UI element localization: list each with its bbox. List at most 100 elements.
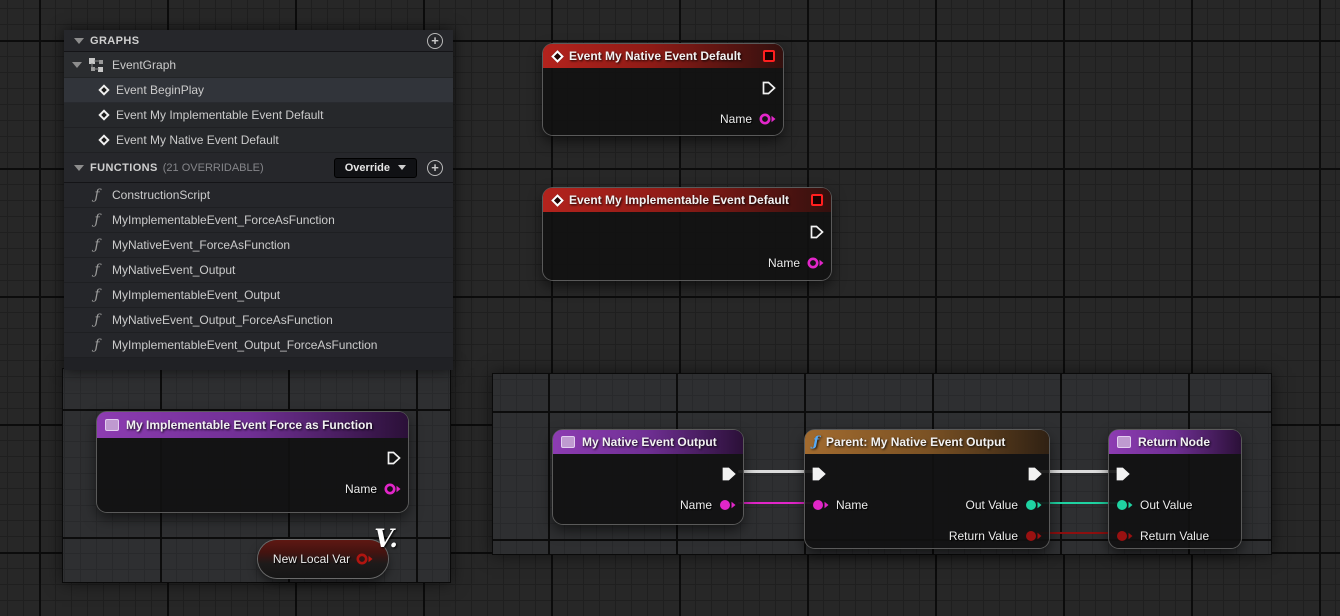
function-icon: ƒ: [90, 262, 104, 278]
name-input-pin[interactable]: [812, 498, 829, 512]
function-icon: ƒ: [90, 287, 104, 303]
exec-input-pin[interactable]: [1116, 467, 1130, 481]
exec-output-pin[interactable]: [1028, 467, 1042, 481]
sidebar-item-event-my-implementable[interactable]: Event My Implementable Event Default: [64, 103, 453, 128]
sidebar-item-eventgraph[interactable]: EventGraph: [64, 52, 453, 78]
sidebar-item-mynativeevent-output-forceasfunction[interactable]: ƒ MyNativeEvent_Output_ForceAsFunction: [64, 308, 453, 333]
node-title: Return Node: [1138, 435, 1210, 449]
sidebar-item-myimplementableevent-output-forceasfunction[interactable]: ƒ MyImplementableEvent_Output_ForceAsFun…: [64, 333, 453, 358]
pin-label: Name: [680, 498, 712, 512]
exec-output-pin[interactable]: [810, 225, 824, 239]
return-node-icon: [1117, 436, 1131, 448]
function-entry-icon: [105, 419, 119, 431]
function-item-label: MyImplementableEvent_Output: [112, 288, 280, 302]
node-title: Parent: My Native Event Output: [826, 435, 1005, 449]
graph-item-label: Event My Native Event Default: [116, 133, 279, 147]
node-header[interactable]: My Native Event Output: [553, 430, 743, 454]
event-icon: [551, 194, 564, 207]
node-parent-my-native-event-output[interactable]: ƒ Parent: My Native Event Output: [805, 430, 1049, 548]
return-value-output-pin[interactable]: [1025, 529, 1042, 543]
exec-output-pin[interactable]: [387, 451, 401, 465]
function-item-label: ConstructionScript: [112, 188, 210, 202]
function-entry-icon: [561, 436, 575, 448]
graph-item-label: Event My Implementable Event Default: [116, 108, 323, 122]
exec-output-pin[interactable]: [762, 81, 776, 95]
functions-section-header[interactable]: FUNCTIONS (21 OVERRIDABLE) Override +: [64, 153, 453, 183]
functions-section-title: FUNCTIONS: [90, 162, 158, 174]
function-icon: ƒ: [90, 187, 104, 203]
node-event-my-native-event-default[interactable]: Event My Native Event Default Name: [543, 44, 783, 135]
function-item-label: MyImplementableEvent_ForceAsFunction: [112, 213, 335, 227]
graphs-section-header[interactable]: GRAPHS +: [64, 30, 453, 52]
collapse-arrow-icon[interactable]: [72, 62, 82, 68]
red-stop-icon: [811, 194, 823, 206]
function-icon: ƒ: [90, 212, 104, 228]
pin-label: Out Value: [1140, 498, 1192, 512]
add-graph-button[interactable]: +: [427, 33, 443, 49]
add-function-button[interactable]: +: [427, 160, 443, 176]
pin-label: Name: [768, 256, 800, 270]
local-variable-watermark: V.: [374, 524, 398, 553]
pin-label: Name: [836, 498, 868, 512]
sidebar-item-mynativeevent-forceasfunction[interactable]: ƒ MyNativeEvent_ForceAsFunction: [64, 233, 453, 258]
pin-label: Name: [720, 112, 752, 126]
node-header[interactable]: Return Node: [1109, 430, 1241, 454]
sidebar-item-constructionscript[interactable]: ƒ ConstructionScript: [64, 183, 453, 208]
node-title: Event My Implementable Event Default: [569, 193, 789, 207]
my-blueprint-panel: GRAPHS + EventGraph Event BeginPlay Even…: [64, 30, 453, 370]
event-icon: [98, 109, 109, 120]
pin-label: Name: [345, 482, 377, 496]
collapse-arrow-icon[interactable]: [74, 38, 84, 44]
event-icon: [551, 50, 564, 63]
name-output-pin[interactable]: [807, 256, 824, 270]
eventgraph-icon: [89, 58, 104, 72]
node-new-local-var[interactable]: V. New Local Var: [258, 540, 388, 578]
local-var-label: New Local Var: [273, 552, 350, 566]
out-value-input-pin[interactable]: [1116, 498, 1133, 512]
node-my-native-event-output[interactable]: My Native Event Output Name: [553, 430, 743, 524]
sidebar-item-event-my-native[interactable]: Event My Native Event Default: [64, 128, 453, 153]
function-item-label: MyImplementableEvent_Output_ForceAsFunct…: [112, 338, 377, 352]
node-return-node[interactable]: Return Node Out Value Return V: [1109, 430, 1241, 548]
graph-item-label: EventGraph: [112, 58, 176, 72]
overridable-count: (21 OVERRIDABLE): [163, 162, 264, 174]
graph-item-label: Event BeginPlay: [116, 83, 204, 97]
name-output-pin[interactable]: [759, 112, 776, 126]
function-icon: ƒ: [90, 312, 104, 328]
return-value-input-pin[interactable]: [1116, 529, 1133, 543]
node-title: Event My Native Event Default: [569, 49, 741, 63]
event-icon: [98, 134, 109, 145]
node-my-implementable-event-force-as-function[interactable]: My Implementable Event Force as Function…: [97, 412, 408, 512]
sidebar-item-myimplementableevent-forceasfunction[interactable]: ƒ MyImplementableEvent_ForceAsFunction: [64, 208, 453, 233]
override-dropdown-label: Override: [345, 162, 390, 174]
exec-input-pin[interactable]: [812, 467, 826, 481]
node-title: My Native Event Output: [582, 435, 717, 449]
local-var-output-pin[interactable]: [356, 552, 373, 566]
sidebar-item-event-beginplay[interactable]: Event BeginPlay: [64, 78, 453, 103]
chevron-down-icon: [398, 165, 406, 170]
function-icon: ƒ: [90, 337, 104, 353]
out-value-output-pin[interactable]: [1025, 498, 1042, 512]
sidebar-item-mynativeevent-output[interactable]: ƒ MyNativeEvent_Output: [64, 258, 453, 283]
node-event-my-implementable-event-default[interactable]: Event My Implementable Event Default Nam…: [543, 188, 831, 280]
blueprint-graph-canvas[interactable]: GRAPHS + EventGraph Event BeginPlay Even…: [0, 0, 1340, 616]
event-icon: [98, 84, 109, 95]
override-dropdown[interactable]: Override: [334, 158, 417, 178]
name-output-pin[interactable]: [719, 498, 736, 512]
node-header[interactable]: Event My Native Event Default: [543, 44, 783, 68]
function-item-label: MyNativeEvent_ForceAsFunction: [112, 238, 290, 252]
function-item-label: MyNativeEvent_Output: [112, 263, 235, 277]
node-header[interactable]: ƒ Parent: My Native Event Output: [805, 430, 1049, 454]
node-header[interactable]: Event My Implementable Event Default: [543, 188, 831, 212]
function-item-label: MyNativeEvent_Output_ForceAsFunction: [112, 313, 333, 327]
collapse-arrow-icon[interactable]: [74, 165, 84, 171]
node-header[interactable]: My Implementable Event Force as Function: [97, 412, 408, 438]
name-output-pin[interactable]: [384, 482, 401, 496]
exec-output-pin[interactable]: [722, 467, 736, 481]
pin-label: Return Value: [1140, 529, 1209, 543]
parent-function-icon: ƒ: [813, 434, 819, 450]
pin-label: Out Value: [966, 498, 1018, 512]
node-title: My Implementable Event Force as Function: [126, 418, 373, 432]
function-icon: ƒ: [90, 237, 104, 253]
sidebar-item-myimplementableevent-output[interactable]: ƒ MyImplementableEvent_Output: [64, 283, 453, 308]
